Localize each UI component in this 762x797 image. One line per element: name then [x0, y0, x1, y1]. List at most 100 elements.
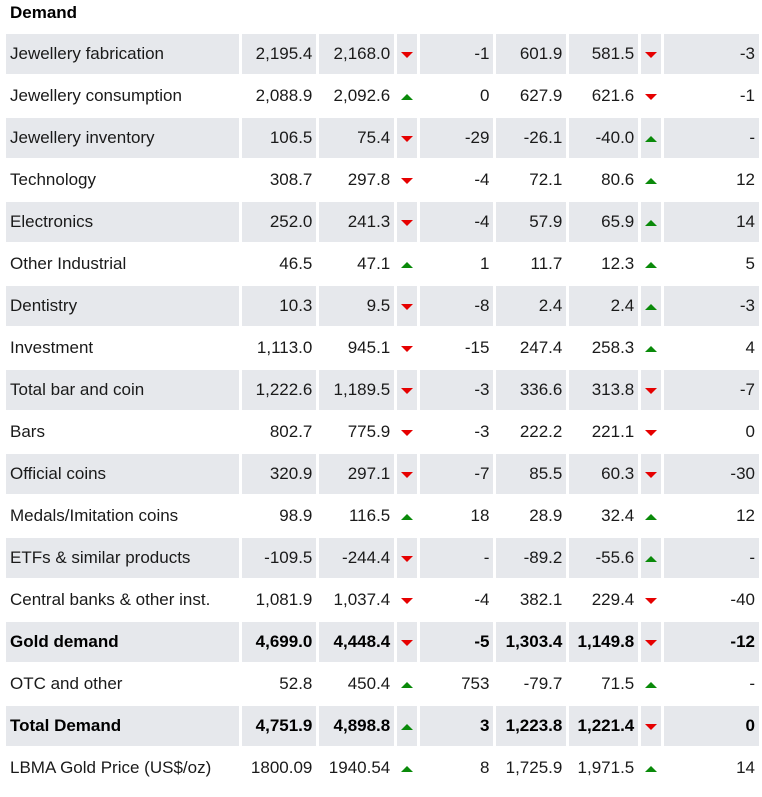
table-row: Technology 308.7 297.8 -4 72.1 80.6 12	[6, 160, 759, 200]
row-label: Total bar and coin	[6, 370, 240, 410]
value-col5: 229.4	[591, 590, 635, 609]
arrow-up-icon	[401, 261, 414, 268]
change-col2: -3	[664, 286, 759, 326]
change-col2: 0	[664, 706, 759, 746]
table-row: Central banks & other inst. 1,081.9 1,037.…	[6, 580, 759, 620]
table-row: Total bar and coin 1,222.6 1,189.5 -3 336.6 3…	[6, 370, 759, 410]
table-row: Investment 1,113.0 945.1 -15 247.4 258.3 4	[6, 328, 759, 368]
change-col2: 0	[745, 422, 755, 441]
change-col2: -12	[664, 622, 759, 662]
trend-arrow-1	[397, 622, 418, 662]
value-col5: 313.8	[569, 370, 639, 410]
arrow-up-icon	[401, 723, 414, 730]
trend-arrow-2	[641, 286, 662, 326]
trend-arrow-2	[641, 538, 662, 578]
value-col1: 1,113.0	[256, 338, 313, 357]
arrow-down-icon	[401, 345, 414, 352]
value-col2: 116.5	[348, 506, 391, 525]
table-row: Jewellery fabrication 2,195.4 2,168.0 -1 601…	[6, 34, 759, 74]
value-col5: 2.4	[569, 286, 639, 326]
table-row: OTC and other 52.8 450.4 753 -79.7 71.5 -	[6, 664, 759, 704]
demand-table: Jewellery fabrication 2,195.4 2,168.0 -1 601…	[3, 32, 762, 790]
value-col4: 336.6	[496, 370, 567, 410]
value-col5: 1,221.4	[569, 706, 639, 746]
trend-arrow-2	[641, 76, 661, 116]
trend-arrow-1	[397, 160, 417, 200]
trend-arrow-2	[641, 160, 661, 200]
value-col2: 297.1	[319, 454, 395, 494]
value-col4: 57.9	[496, 202, 567, 242]
value-col1: 106.5	[242, 118, 317, 158]
value-col1: 2,088.9	[255, 86, 313, 105]
arrow-down-icon	[401, 429, 414, 436]
change-col2: 14	[736, 758, 755, 777]
value-col1: 52.8	[279, 674, 313, 693]
change-col1: -29	[420, 118, 494, 158]
value-col2: 9.5	[319, 286, 395, 326]
value-col1: 1,081.9	[255, 590, 313, 609]
arrow-up-icon	[401, 513, 414, 520]
trend-arrow-2	[641, 496, 661, 536]
trend-arrow-1	[397, 412, 417, 452]
trend-arrow-1	[397, 202, 418, 242]
trend-arrow-2	[641, 34, 662, 74]
value-col2: 450.4	[347, 674, 391, 693]
change-col1: -5	[420, 622, 494, 662]
value-col5: 258.3	[591, 338, 635, 357]
change-col1: -7	[420, 454, 494, 494]
row-label: Official coins	[6, 454, 240, 494]
trend-arrow-1	[397, 580, 417, 620]
trend-arrow-2	[641, 328, 661, 368]
trend-arrow-2	[641, 412, 661, 452]
trend-arrow-2	[641, 580, 661, 620]
change-col1: 1	[480, 254, 490, 273]
trend-arrow-1	[397, 706, 418, 746]
change-col1: -	[420, 538, 494, 578]
value-col1: 1800.09	[250, 758, 313, 777]
value-col4: 11.7	[530, 254, 563, 273]
change-col2: -40	[730, 590, 755, 609]
value-col5: 60.3	[569, 454, 639, 494]
arrow-down-icon	[401, 555, 414, 562]
trend-arrow-1	[397, 286, 418, 326]
change-col1: -15	[464, 338, 490, 357]
change-col1: -3	[474, 422, 490, 441]
row-label: Electronics	[6, 202, 240, 242]
value-col5: 621.6	[591, 86, 635, 105]
value-col1: 1,222.6	[242, 370, 317, 410]
arrow-down-icon	[401, 303, 414, 310]
change-col1: -4	[474, 170, 490, 189]
arrow-up-icon	[645, 303, 658, 310]
value-col2: 4,898.8	[319, 706, 395, 746]
value-col4: 72.1	[529, 170, 563, 189]
arrow-up-icon	[645, 765, 658, 772]
value-col1: 10.3	[242, 286, 317, 326]
arrow-up-icon	[401, 765, 414, 772]
row-label: Investment	[10, 338, 94, 357]
arrow-down-icon	[645, 51, 658, 58]
value-col2: 945.1	[347, 338, 391, 357]
row-label: Jewellery inventory	[6, 118, 240, 158]
trend-arrow-1	[397, 118, 418, 158]
value-col2: 2,092.6	[333, 86, 391, 105]
value-col4: -79.7	[523, 674, 563, 693]
arrow-down-icon	[401, 471, 414, 478]
value-col5: 32.4	[601, 506, 635, 525]
change-col2: -7	[664, 370, 759, 410]
value-col4: 247.4	[519, 338, 563, 357]
trend-arrow-2	[641, 454, 662, 494]
value-col2: 4,448.4	[319, 622, 395, 662]
arrow-down-icon	[401, 219, 414, 226]
value-col5: 80.6	[601, 170, 635, 189]
table-row: Official coins 320.9 297.1 -7 85.5 60.3 -30	[6, 454, 759, 494]
change-col1: 18	[470, 506, 490, 525]
table-row: LBMA Gold Price (US$/oz) 1800.09 1940.54 8 1…	[6, 748, 759, 788]
arrow-down-icon	[401, 135, 414, 142]
value-col2: 241.3	[319, 202, 395, 242]
arrow-up-icon	[645, 261, 658, 268]
arrow-down-icon	[645, 723, 658, 730]
value-col1: -109.5	[242, 538, 317, 578]
value-col5: 1,971.5	[577, 758, 635, 777]
trend-arrow-2	[641, 244, 661, 284]
table-row: Jewellery consumption 2,088.9 2,092.6 0 627.…	[6, 76, 759, 116]
